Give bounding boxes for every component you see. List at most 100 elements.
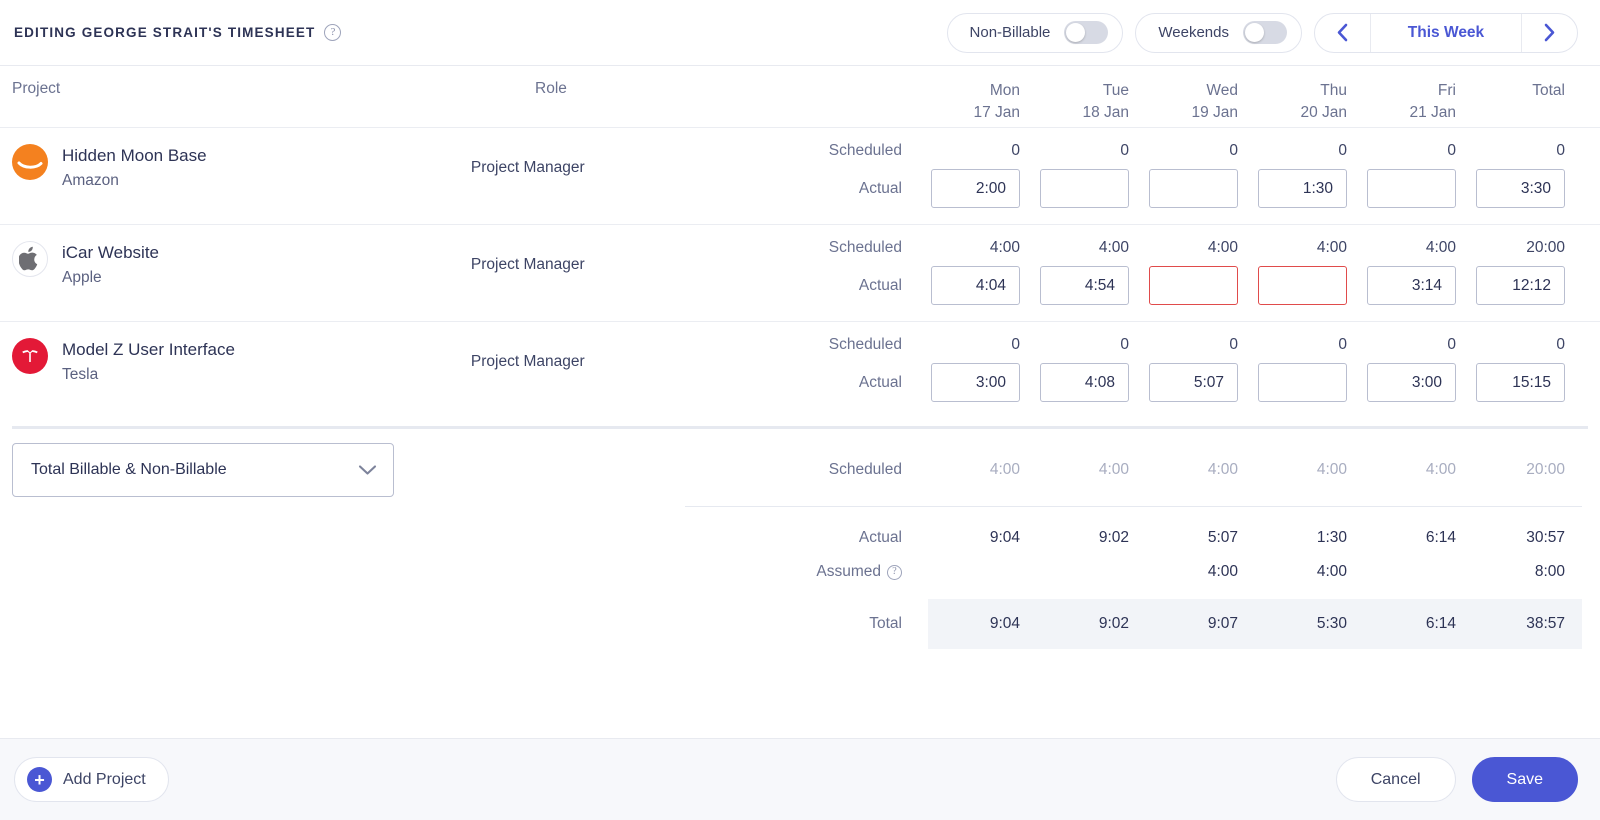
assumed-text: Assumed — [816, 563, 881, 580]
summary-cell: 6:14 — [1364, 615, 1473, 633]
assumed-help-icon[interactable]: ? — [887, 564, 902, 580]
time-input[interactable]: 3:14 — [1367, 266, 1456, 305]
summary-row-scheduled: Total Billable & Non-Billable Scheduled … — [0, 443, 1600, 497]
summary-value: 9:07 — [1207, 615, 1238, 632]
day-dow: Thu — [1320, 82, 1347, 99]
scheduled-cell: 0 — [1473, 336, 1582, 354]
time-input[interactable] — [1367, 169, 1456, 208]
summary-label-actual: Actual — [858, 529, 902, 546]
actual-cell — [1146, 266, 1255, 305]
day-date: 21 Jan — [1409, 104, 1456, 122]
summary-row-total: Total 9:04 9:02 9:07 5:30 6:14 38:57 — [0, 599, 1600, 649]
summary-divider-line-wrap — [0, 497, 1600, 507]
summary-cell — [928, 563, 1037, 581]
summary-label-total: Total — [869, 615, 902, 632]
time-input[interactable]: 4:54 — [1040, 266, 1129, 305]
billable-filter-dropdown[interactable]: Total Billable & Non-Billable — [12, 443, 394, 497]
summary-value: 4:00 — [1316, 461, 1347, 478]
scheduled-cell: 0 — [1255, 142, 1364, 160]
day-header-wed: Wed 19 Jan — [1146, 80, 1255, 125]
project-name: Model Z User Interface — [62, 340, 235, 359]
actual-row: Actual 4:04 4:54 3:14 12:12 — [778, 266, 1582, 305]
summary-value: 4:00 — [1316, 563, 1347, 580]
day-date: 18 Jan — [1082, 104, 1129, 122]
project-values: Scheduled 4:00 4:00 4:00 4:00 4:00 20:00 Actual… — [778, 239, 1600, 305]
day-date: 20 Jan — [1300, 104, 1347, 122]
time-input[interactable] — [1040, 169, 1129, 208]
scheduled-value: 0 — [1447, 142, 1456, 159]
toggle-non-billable-switch[interactable] — [1064, 21, 1109, 44]
summary-total-cells: 9:04 9:02 9:07 5:30 6:14 38:57 — [928, 599, 1582, 649]
column-header-role: Role — [535, 80, 567, 97]
chevron-down-icon[interactable] — [358, 464, 377, 476]
time-input[interactable]: 1:30 — [1258, 169, 1347, 208]
time-input[interactable]: 2:00 — [931, 169, 1020, 208]
add-project-button[interactable]: + Add Project — [14, 757, 169, 802]
chevron-left-icon[interactable] — [1315, 13, 1371, 52]
summary-value: 9:04 — [989, 529, 1020, 546]
scheduled-value: 0 — [1338, 336, 1347, 353]
column-header-project: Project — [12, 80, 61, 97]
summary-cell — [1364, 563, 1473, 581]
actual-cell — [1255, 363, 1364, 402]
time-input[interactable] — [1258, 266, 1347, 305]
time-input[interactable] — [1149, 169, 1238, 208]
actual-cell: 3:30 — [1473, 169, 1582, 208]
summary-inner-divider — [535, 497, 1600, 507]
time-input[interactable] — [1149, 266, 1238, 305]
summary-cell: 20:00 — [1473, 461, 1582, 479]
day-header-mon: Mon 17 Jan — [928, 80, 1037, 125]
table-row: Model Z User Interface Tesla Project Manag… — [0, 322, 1600, 418]
actual-cell: 2:00 — [928, 169, 1037, 208]
time-input[interactable]: 4:08 — [1040, 363, 1129, 402]
actual-cell — [1037, 169, 1146, 208]
summary-scheduled-values: Scheduled 4:00 4:00 4:00 4:00 4:00 20:00 — [535, 461, 1600, 479]
time-input[interactable]: 15:15 — [1476, 363, 1565, 402]
toggle-non-billable[interactable]: Non-Billable — [946, 12, 1124, 53]
summary-cell: 1:30 — [1255, 529, 1364, 547]
summary-value: 4:00 — [1207, 461, 1238, 478]
summary-label-assumed: Assumed ? — [778, 563, 928, 581]
day-header-tue: Tue 18 Jan — [1037, 80, 1146, 125]
time-input[interactable]: 4:04 — [931, 266, 1020, 305]
project-role: Project Manager — [470, 159, 585, 176]
day-dow: Mon — [989, 82, 1020, 99]
toggle-weekends-switch[interactable] — [1243, 21, 1287, 44]
summary-value: 6:14 — [1425, 615, 1456, 632]
summary-cell: 5:30 — [1255, 615, 1364, 633]
scheduled-row: Scheduled 4:00 4:00 4:00 4:00 4:00 20:00 — [778, 239, 1582, 257]
title-help-icon[interactable]: ? — [324, 24, 342, 41]
time-input[interactable]: 5:07 — [1149, 363, 1238, 402]
scheduled-cell: 0 — [1146, 142, 1255, 160]
project-name: Hidden Moon Base — [62, 146, 207, 165]
toggle-weekends-label: Weekends — [1158, 24, 1229, 41]
chevron-right-icon[interactable] — [1521, 13, 1577, 52]
time-input[interactable]: 3:00 — [1367, 363, 1456, 402]
scheduled-value: 4:00 — [1207, 239, 1238, 256]
summary-actual-values: Actual 9:04 9:02 5:07 1:30 6:14 30:57 — [535, 529, 1600, 547]
cancel-button[interactable]: Cancel — [1335, 757, 1456, 802]
time-input[interactable]: 3:00 — [931, 363, 1020, 402]
time-input[interactable] — [1258, 363, 1347, 402]
actual-cell — [1364, 169, 1473, 208]
save-button[interactable]: Save — [1471, 757, 1578, 802]
actual-cell: 3:00 — [1364, 363, 1473, 402]
day-column-headers: Mon 17 Jan Tue 18 Jan Wed 19 Jan Thu 20 Jan Fri 2… — [885, 80, 1600, 125]
toggle-weekends[interactable]: Weekends — [1135, 12, 1302, 53]
actual-cell: 5:07 — [1146, 363, 1255, 402]
time-input[interactable]: 12:12 — [1476, 266, 1565, 305]
actual-cell — [1255, 266, 1364, 305]
scheduled-cell: 4:00 — [928, 239, 1037, 257]
summary-cell: 8:00 — [1473, 563, 1582, 581]
timesheet-app: EDITING GEORGE STRAIT'S TIMESHEET ? Non-… — [0, 0, 1600, 820]
day-dow: Wed — [1206, 82, 1238, 99]
scheduled-value: 20:00 — [1526, 239, 1565, 256]
scheduled-value: 0 — [1556, 336, 1565, 353]
summary-total-values: Total 9:04 9:02 9:07 5:30 6:14 38:57 — [535, 599, 1600, 649]
actual-cell: 3:14 — [1364, 266, 1473, 305]
summary-cell: 5:07 — [1146, 529, 1255, 547]
time-input[interactable]: 3:30 — [1476, 169, 1565, 208]
scheduled-cell: 4:00 — [1037, 239, 1146, 257]
summary-value: 9:02 — [1098, 615, 1129, 632]
week-label[interactable]: This Week — [1371, 14, 1521, 52]
